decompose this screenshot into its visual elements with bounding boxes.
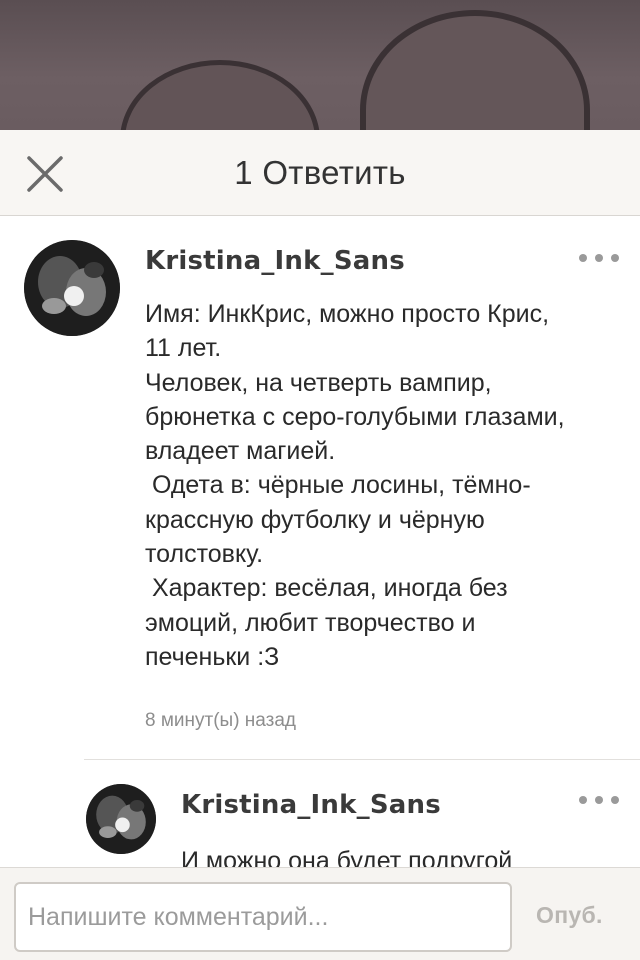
reply-divider bbox=[84, 759, 640, 760]
comment-username[interactable]: Kristina_Ink_Sans bbox=[145, 246, 405, 276]
comment-text: Имя: ИнкКрис, можно просто Крис, 11 лет.… bbox=[145, 300, 565, 671]
avatar-image bbox=[86, 784, 156, 854]
more-options-button[interactable] bbox=[579, 788, 619, 812]
more-dots-icon bbox=[611, 796, 619, 804]
comment-composer: Опуб. bbox=[0, 867, 640, 960]
publish-button[interactable]: Опуб. bbox=[536, 902, 603, 929]
reply-username[interactable]: Kristina_Ink_Sans bbox=[181, 790, 441, 820]
avatar-image bbox=[24, 240, 120, 336]
comment-input[interactable] bbox=[14, 882, 512, 952]
background-image bbox=[0, 0, 640, 130]
more-dots-icon bbox=[579, 796, 587, 804]
more-dots-icon bbox=[579, 254, 587, 262]
background-artwork-shape bbox=[360, 10, 590, 130]
sheet-header: 1 Ответить bbox=[0, 130, 640, 216]
avatar[interactable] bbox=[24, 240, 120, 336]
more-dots-icon bbox=[595, 796, 603, 804]
more-dots-icon bbox=[611, 254, 619, 262]
comment-timestamp: 8 минут(ы) назад bbox=[145, 710, 297, 731]
avatar[interactable] bbox=[86, 784, 156, 854]
more-dots-icon bbox=[595, 254, 603, 262]
background-artwork-shape bbox=[120, 60, 320, 130]
more-options-button[interactable] bbox=[579, 246, 619, 270]
replies-sheet: 1 Ответить Kristina_Ink_Sans Имя: ИнкКри… bbox=[0, 130, 640, 960]
close-x-icon bbox=[27, 156, 63, 192]
sheet-title: 1 Ответить bbox=[234, 153, 406, 191]
close-button[interactable] bbox=[22, 152, 68, 196]
